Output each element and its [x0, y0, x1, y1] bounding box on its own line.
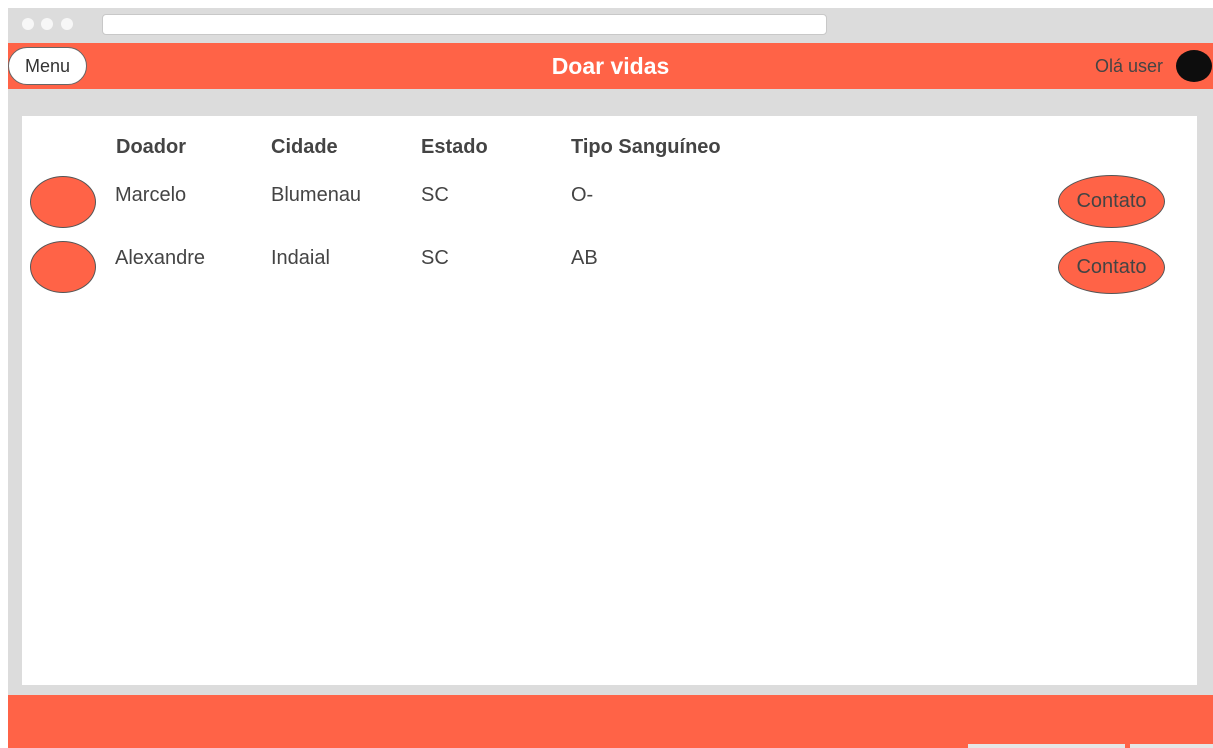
browser-chrome: [8, 8, 1213, 43]
donor-name: Alexandre: [115, 247, 206, 269]
footer-tab: [968, 744, 1125, 748]
window-control-dot[interactable]: [41, 18, 53, 30]
contact-button[interactable]: Contato: [1058, 241, 1165, 294]
donor-name: Marcelo: [115, 184, 187, 206]
donor-city: Blumenau: [271, 184, 362, 206]
window-control-dot[interactable]: [22, 18, 34, 30]
menu-button[interactable]: Menu: [8, 47, 87, 85]
user-avatar[interactable]: [1176, 50, 1212, 82]
donor-list-panel: Doador Cidade Estado Tipo Sanguíneo Marc…: [22, 116, 1197, 685]
window-control-dot[interactable]: [61, 18, 73, 30]
address-bar[interactable]: [102, 14, 827, 35]
donor-blood-type: O-: [571, 184, 594, 206]
donor-blood-type: AB: [571, 247, 598, 269]
app-footer: [8, 695, 1213, 748]
donor-city: Indaial: [271, 247, 330, 269]
page-title: Doar vidas: [551, 53, 670, 79]
user-greeting: Olá user: [1094, 56, 1163, 76]
donor-avatar: [30, 176, 96, 228]
footer-tab: [1130, 744, 1213, 748]
column-header-estado: Estado: [421, 136, 488, 158]
donor-state: SC: [421, 184, 449, 206]
donor-avatar: [30, 241, 96, 293]
column-header-cidade: Cidade: [271, 136, 338, 158]
app-header: Menu Doar vidas Olá user: [8, 43, 1213, 89]
column-header-tipo-sanguineo: Tipo Sanguíneo: [571, 136, 721, 158]
contact-button[interactable]: Contato: [1058, 175, 1165, 228]
donor-state: SC: [421, 247, 449, 269]
column-header-doador: Doador: [116, 136, 186, 158]
browser-window: Menu Doar vidas Olá user Doador Cidade E…: [8, 8, 1213, 748]
